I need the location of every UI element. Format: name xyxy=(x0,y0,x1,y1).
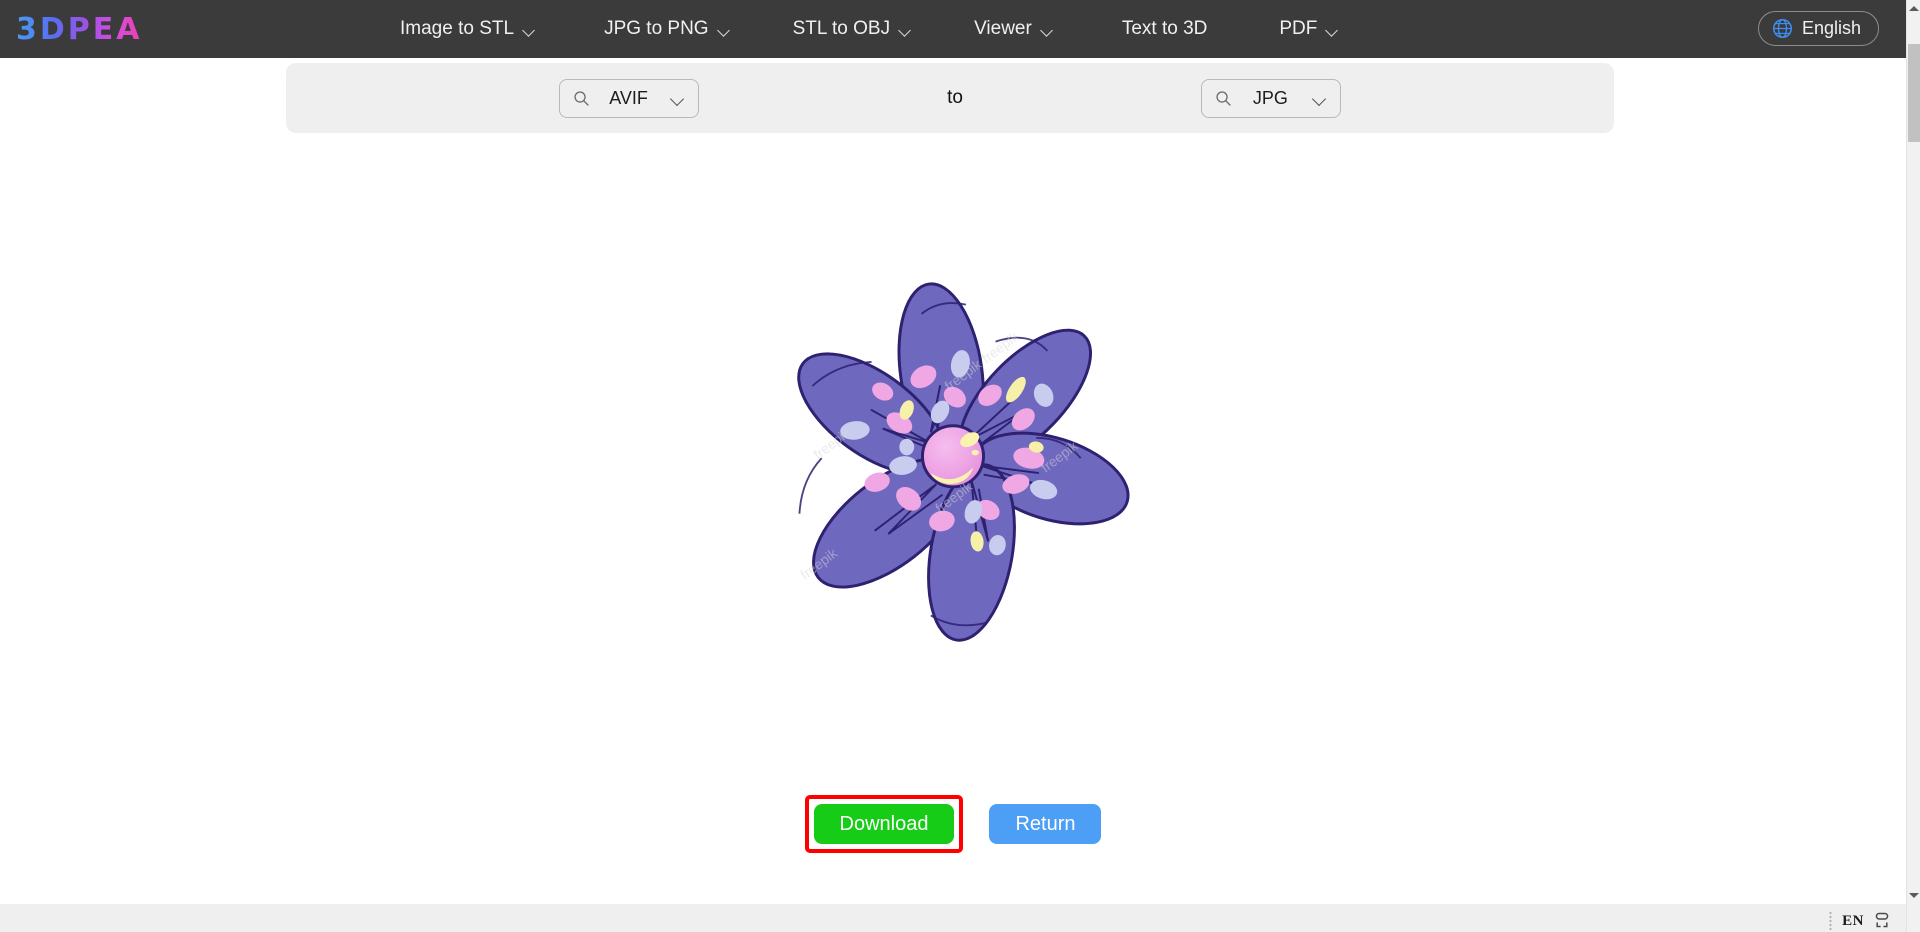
chevron-down-icon xyxy=(523,26,536,34)
nav-item-label: STL to OBJ xyxy=(792,18,891,39)
site-logo[interactable]: 3DPEA xyxy=(16,12,142,47)
converted-image-flower: freepik freepik freepik freepik freepik … xyxy=(753,275,1153,645)
target-format-select[interactable]: JPG xyxy=(1200,78,1341,118)
nav-item-jpg-to-png[interactable]: JPG to PNG xyxy=(604,0,731,58)
chevron-down-icon xyxy=(1326,26,1339,34)
nav-item-pdf[interactable]: PDF xyxy=(1279,0,1339,58)
nav-item-label: Text to 3D xyxy=(1121,18,1208,39)
chevron-down-icon xyxy=(1041,26,1054,34)
nav-item-text-to-3d[interactable]: Text to 3D xyxy=(1122,0,1208,58)
top-navbar: 3DPEA Image to STL JPG to PNG STL to OBJ… xyxy=(0,0,1906,58)
nav-item-image-to-stl[interactable]: Image to STL xyxy=(400,0,536,58)
globe-icon xyxy=(1772,19,1792,38)
language-selector-button[interactable]: English xyxy=(1757,11,1879,46)
triangle-up-icon xyxy=(1909,6,1919,11)
target-format-value: JPG xyxy=(1252,87,1288,108)
chevron-down-icon xyxy=(718,26,731,34)
chevron-down-icon xyxy=(1313,94,1327,103)
drag-handle-icon[interactable] xyxy=(1829,911,1833,931)
nav-item-label: JPG to PNG xyxy=(604,18,709,39)
main-navigation: Image to STL JPG to PNG STL to OBJ Viewe… xyxy=(400,0,1339,58)
ime-language-label[interactable]: EN xyxy=(1842,913,1864,930)
nav-item-label: Image to STL xyxy=(400,18,515,39)
source-format-value: AVIF xyxy=(609,87,648,108)
ime-indicator[interactable]: EN xyxy=(1829,911,1890,931)
vertical-scrollbar[interactable] xyxy=(1906,0,1920,932)
page-root: 3DPEA Image to STL JPG to PNG STL to OBJ… xyxy=(0,0,1920,932)
triangle-down-icon xyxy=(1909,893,1919,898)
download-button-highlight: Download xyxy=(804,795,964,853)
ime-box-icon[interactable] xyxy=(1874,912,1890,930)
scroll-up-button[interactable] xyxy=(1907,0,1920,17)
scrollbar-thumb[interactable] xyxy=(1908,44,1920,142)
scroll-down-button[interactable] xyxy=(1907,887,1920,904)
source-format-select[interactable]: AVIF xyxy=(559,78,700,118)
nav-item-viewer[interactable]: Viewer xyxy=(974,0,1054,58)
image-preview-area: freepik freepik freepik freepik freepik … xyxy=(0,140,1906,780)
bottom-strip xyxy=(0,904,1906,932)
chevron-down-icon xyxy=(899,26,912,34)
chevron-down-icon xyxy=(671,94,685,103)
action-button-row: Download Return xyxy=(0,795,1906,853)
download-button[interactable]: Download xyxy=(813,804,955,844)
format-conversion-bar: AVIF to JPG xyxy=(286,63,1614,133)
flower-illustration: freepik freepik freepik freepik freepik … xyxy=(797,282,1130,642)
conversion-separator-label: to xyxy=(947,87,963,108)
nav-item-label: PDF xyxy=(1279,18,1318,39)
language-label: English xyxy=(1801,18,1861,38)
return-button[interactable]: Return xyxy=(989,804,1102,844)
nav-item-label: Viewer xyxy=(974,18,1032,39)
nav-item-stl-to-obj[interactable]: STL to OBJ xyxy=(793,0,913,58)
